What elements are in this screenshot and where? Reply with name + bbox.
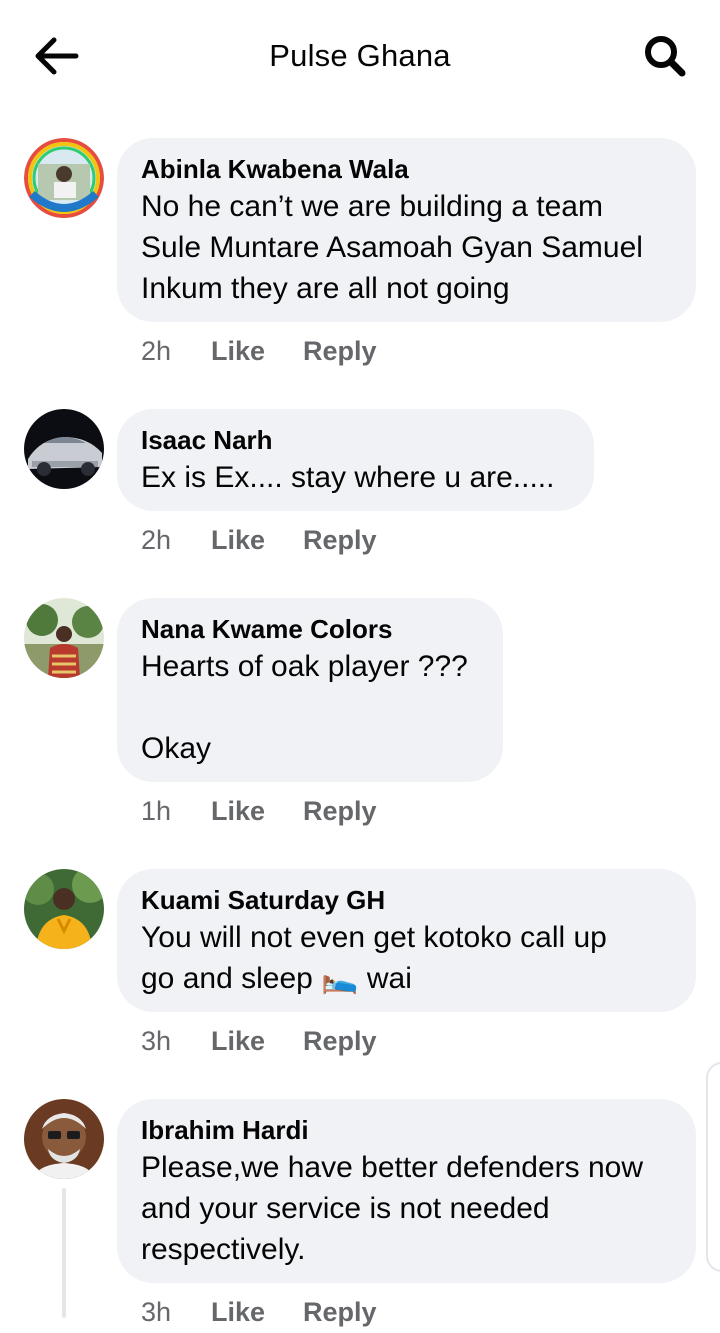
comment-text-part: wai (358, 962, 412, 995)
like-button[interactable]: Like (211, 525, 265, 556)
sleeping-bed-emoji: 🛌 (321, 962, 359, 995)
page-title: Pulse Ghana (269, 38, 451, 73)
comment-author[interactable]: Ibrahim Hardi (141, 1113, 672, 1147)
comment-author[interactable]: Isaac Narh (141, 423, 570, 457)
top-app-bar: Pulse Ghana (0, 0, 720, 110)
reply-button[interactable]: Reply (303, 525, 377, 556)
comment-text: Hearts of oak player ??? Okay (141, 650, 468, 765)
comment-time[interactable]: 3h (141, 1026, 171, 1057)
reply-button[interactable]: Reply (303, 1026, 377, 1057)
avatar[interactable] (24, 598, 104, 678)
like-button[interactable]: Like (211, 1297, 265, 1328)
avatar[interactable] (24, 1099, 104, 1179)
like-button[interactable]: Like (211, 1026, 265, 1057)
comment-author[interactable]: Nana Kwame Colors (141, 612, 479, 646)
comment-text: Ex is Ex.... stay where u are..... (141, 461, 555, 494)
comment-bubble[interactable]: Ibrahim Hardi Please,we have better defe… (117, 1099, 696, 1283)
comment-text: You will not even get kotoko call up go … (141, 917, 672, 999)
comment-bubble[interactable]: Kuami Saturday GH You will not even get … (117, 869, 696, 1012)
comment-bubble[interactable]: Nana Kwame Colors Hearts of oak player ?… (117, 598, 503, 782)
comment-text: Please,we have better defenders now and … (141, 1151, 643, 1266)
reply-button[interactable]: Reply (303, 336, 377, 367)
comment-text: No he can’t we are building a team Sule … (141, 190, 643, 305)
avatar[interactable] (24, 409, 104, 489)
reply-thread-line (62, 1188, 66, 1318)
partial-overlay-card (706, 1062, 720, 1272)
reply-button[interactable]: Reply (303, 796, 377, 827)
search-icon (645, 36, 686, 77)
search-button[interactable] (636, 30, 692, 82)
like-button[interactable]: Like (211, 796, 265, 827)
comment-time[interactable]: 1h (141, 796, 171, 827)
reply-button[interactable]: Reply (303, 1297, 377, 1328)
comment-bubble[interactable]: Abinla Kwabena Wala No he can’t we are b… (117, 138, 696, 322)
comment-time[interactable]: 2h (141, 336, 171, 367)
comment-time[interactable]: 3h (141, 1297, 171, 1328)
comment-author[interactable]: Abinla Kwabena Wala (141, 152, 672, 186)
comment-author[interactable]: Kuami Saturday GH (141, 883, 672, 917)
comment-bubble[interactable]: Isaac Narh Ex is Ex.... stay where u are… (117, 409, 594, 511)
like-button[interactable]: Like (211, 336, 265, 367)
comment-time[interactable]: 2h (141, 525, 171, 556)
avatar[interactable] (24, 869, 104, 949)
avatar[interactable] (24, 138, 104, 218)
